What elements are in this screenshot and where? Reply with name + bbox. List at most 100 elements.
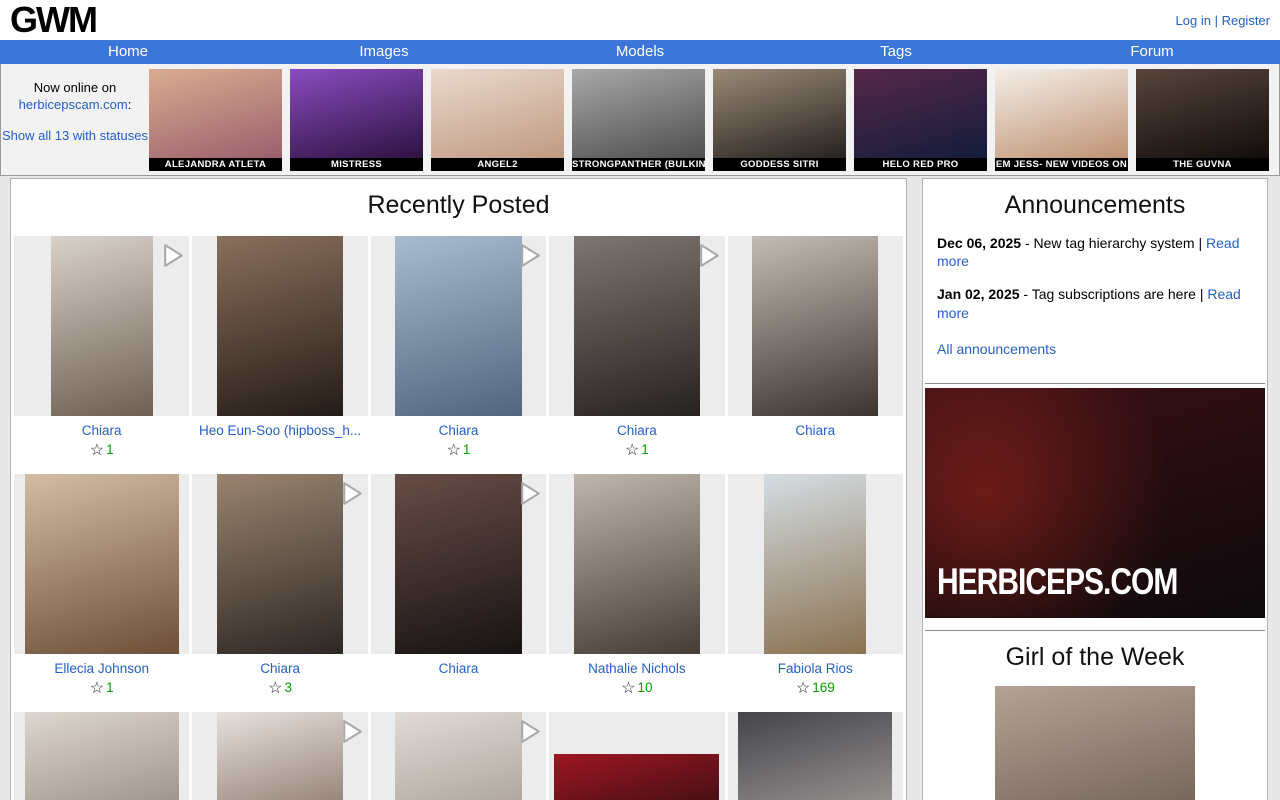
image-thumbnail[interactable] (192, 236, 367, 416)
login-link[interactable]: Log in (1176, 13, 1211, 28)
play-icon[interactable] (340, 717, 365, 746)
image-thumbnail[interactable] (14, 236, 189, 416)
image-thumbnail[interactable] (549, 236, 724, 416)
image-thumbnail[interactable] (371, 236, 546, 416)
sidebar: Announcements Dec 06, 2025 - New tag hie… (922, 178, 1268, 800)
image-card: Chiara ☆1 (371, 236, 546, 460)
announcement-text: New tag hierarchy system (1034, 235, 1195, 251)
announcement-text: Tag subscriptions are here (1032, 286, 1196, 302)
model-name-link[interactable]: Chiara (728, 423, 903, 438)
cam-model-name: HELO RED PRO (854, 158, 987, 171)
star-icon: ☆ (268, 680, 282, 697)
star-count: 1 (106, 442, 114, 457)
photo-placeholder (25, 712, 179, 800)
model-name-link[interactable]: Ellecia Johnson (14, 661, 189, 676)
girl-of-week-image[interactable] (995, 686, 1195, 800)
announcements-title: Announcements (923, 191, 1267, 220)
model-name-link[interactable]: Chiara (371, 661, 546, 676)
image-thumbnail[interactable] (192, 474, 367, 654)
nav-models[interactable]: Models (512, 40, 768, 64)
online-now-text: Now online on (34, 80, 116, 95)
star-icon: ☆ (625, 442, 639, 459)
image-thumbnail[interactable] (549, 474, 724, 654)
star-count: 1 (106, 680, 114, 695)
star-icon: ☆ (90, 442, 104, 459)
play-icon[interactable] (161, 241, 186, 270)
recently-posted-panel: Recently Posted Chiara ☆1 Heo Eun-Soo (h… (10, 178, 907, 800)
photo-placeholder (217, 474, 343, 654)
star-count: 1 (463, 442, 471, 457)
cam-card[interactable]: ALEJANDRA ATLETA (149, 69, 282, 175)
cam-card[interactable]: MISTRESS (290, 69, 423, 175)
cam-model-name: STRONGPANTHER (BULKIN (572, 158, 705, 171)
model-name-link[interactable]: Chiara (14, 423, 189, 438)
cam-thumbnail (854, 69, 987, 158)
herbicepscam-link[interactable]: herbicepscam.com (19, 97, 128, 112)
model-name-link[interactable]: Heo Eun-Soo (hipboss_h... (192, 423, 367, 438)
photo-placeholder (738, 712, 892, 800)
register-link[interactable]: Register (1222, 13, 1270, 28)
star-count: 1 (641, 442, 649, 457)
nav-tags[interactable]: Tags (768, 40, 1024, 64)
model-name-link[interactable]: Chiara (371, 423, 546, 438)
photo-placeholder (752, 236, 878, 416)
image-thumbnail[interactable] (371, 712, 546, 800)
star-icon: ☆ (621, 680, 635, 697)
star-icon: ☆ (90, 680, 104, 697)
play-icon[interactable] (340, 479, 365, 508)
image-card: Chiara ☆1 (549, 236, 724, 460)
announcements-list: Dec 06, 2025 - New tag hierarchy system … (923, 234, 1267, 322)
cam-card[interactable]: STRONGPANTHER (BULKIN (572, 69, 705, 175)
online-now-info: Now online on herbicepscam.com: Show all… (1, 68, 149, 175)
image-card: Nathalie Nichols ☆10 (549, 474, 724, 698)
photo-placeholder (217, 712, 343, 800)
main-nav: Home Images Models Tags Forum (0, 40, 1280, 64)
image-card (549, 712, 724, 800)
photo-placeholder (51, 236, 153, 416)
site-logo[interactable]: GWM (10, 4, 96, 36)
cam-card[interactable]: GODDESS SITRI (713, 69, 846, 175)
cam-thumbnail (149, 69, 282, 158)
image-thumbnail[interactable] (728, 236, 903, 416)
model-name-link[interactable]: Chiara (192, 661, 367, 676)
nav-images[interactable]: Images (256, 40, 512, 64)
image-thumbnail[interactable] (14, 474, 189, 654)
play-icon[interactable] (518, 241, 543, 270)
cam-model-name: MISTRESS (290, 158, 423, 171)
cam-thumbnail (713, 69, 846, 158)
cam-thumbnail (572, 69, 705, 158)
image-card (728, 712, 903, 800)
nav-home[interactable]: Home (0, 40, 256, 64)
site-header: GWM Log in | Register (0, 0, 1280, 40)
image-thumbnail[interactable] (371, 474, 546, 654)
play-icon[interactable] (697, 241, 722, 270)
all-announcements-link[interactable]: All announcements (937, 341, 1056, 357)
model-name-link[interactable]: Fabiola Rios (728, 661, 903, 676)
star-rating: ☆10 (549, 678, 724, 698)
image-thumbnail[interactable] (728, 474, 903, 654)
image-card (371, 712, 546, 800)
cam-model-name: GODDESS SITRI (713, 158, 846, 171)
show-all-statuses-link[interactable]: Show all 13 with statuses (2, 128, 148, 145)
cam-card[interactable]: EM JESS- NEW VIDEOS ON (995, 69, 1128, 175)
image-card: Heo Eun-Soo (hipboss_h... (192, 236, 367, 460)
star-rating: ☆1 (14, 678, 189, 698)
image-thumbnail[interactable] (14, 712, 189, 800)
nav-forum[interactable]: Forum (1024, 40, 1280, 64)
star-rating: ☆1 (549, 440, 724, 460)
image-thumbnail[interactable] (192, 712, 367, 800)
cam-card[interactable]: ANGEL2 (431, 69, 564, 175)
model-name-link[interactable]: Chiara (549, 423, 724, 438)
announcement-date: Dec 06, 2025 (937, 235, 1021, 251)
cam-card[interactable]: THE GUVNA (1136, 69, 1269, 175)
model-name-link[interactable]: Nathalie Nichols (549, 661, 724, 676)
cam-card[interactable]: HELO RED PRO (854, 69, 987, 175)
star-count: 169 (812, 680, 835, 695)
play-icon[interactable] (518, 479, 543, 508)
image-thumbnail[interactable] (549, 712, 724, 800)
play-icon[interactable] (518, 717, 543, 746)
image-thumbnail[interactable] (728, 712, 903, 800)
cam-thumbnail (1136, 69, 1269, 158)
recently-posted-title: Recently Posted (11, 191, 906, 220)
herbiceps-banner-ad[interactable]: HERBICEPS.COM (925, 388, 1265, 618)
